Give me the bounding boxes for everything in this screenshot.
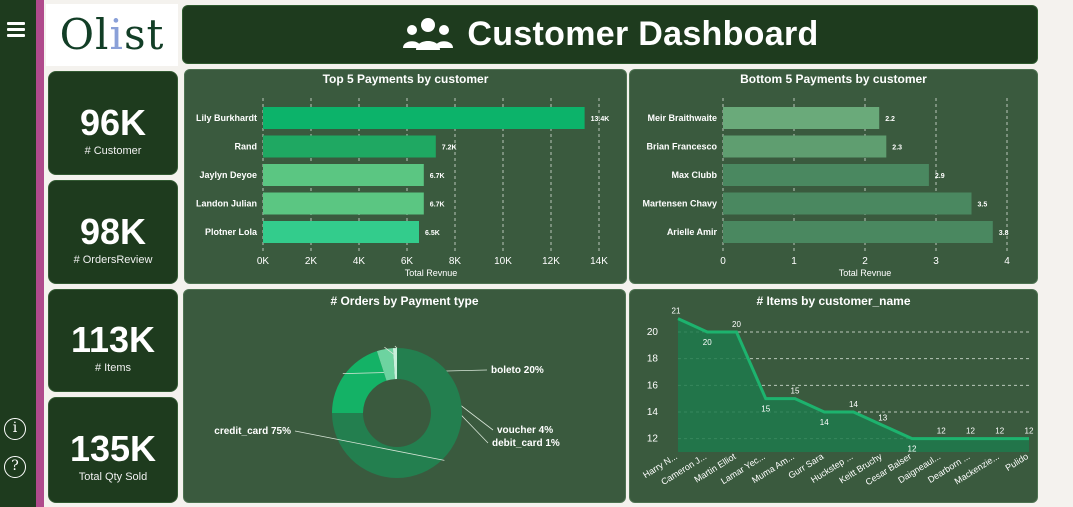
x-tick-label: 0K <box>257 256 270 267</box>
data-label: 12 <box>937 427 946 436</box>
data-label: 2.3 <box>892 145 902 152</box>
data-label: 21 <box>672 307 681 316</box>
y-tick-label: 12 <box>647 434 659 445</box>
kpi-label: # Customer <box>84 145 142 157</box>
info-icon[interactable]: i <box>4 418 26 440</box>
data-label: 3.5 <box>978 202 988 209</box>
data-label: 13.4K <box>591 116 610 123</box>
data-label: 15 <box>791 387 800 396</box>
category-label: Plotner Lola <box>205 227 258 237</box>
kpi-value: 98K <box>79 211 147 252</box>
x-tick-label: 2K <box>305 256 318 267</box>
x-tick-label: 0 <box>720 256 726 267</box>
data-label: 14 <box>820 418 829 427</box>
category-label: Max Clubb <box>671 170 717 180</box>
bar <box>263 107 585 129</box>
x-tick-label: 14K <box>590 256 608 267</box>
x-tick-label: 4 <box>1004 256 1010 267</box>
data-label: 7.2K <box>442 145 457 152</box>
bar <box>723 107 880 129</box>
olist-logo: Olist <box>46 4 178 66</box>
x-tick-label: 1 <box>791 256 797 267</box>
top-payments-panel: Top 5 Payments by customer 0K 2K 4K 6K 8K 10K… <box>184 69 627 284</box>
hamburger-menu-icon[interactable] <box>7 22 25 38</box>
bar <box>723 221 993 243</box>
category-label: Brian Francesco <box>646 142 717 152</box>
category-label: Lily Burkhardt <box>196 113 257 123</box>
nav-accent-bar <box>36 0 44 507</box>
y-tick-label: 14 <box>647 407 659 418</box>
bar <box>263 164 424 186</box>
y-tick-label: 16 <box>647 380 659 391</box>
data-label: 6.5K <box>425 230 440 237</box>
x-tick-label: 4K <box>353 256 366 267</box>
category-label: Rand <box>235 142 258 152</box>
data-label: 13 <box>878 413 887 422</box>
data-label: 20 <box>732 320 741 329</box>
users-group-icon <box>403 17 454 50</box>
kpi-items-card: 113K # Items <box>48 289 178 392</box>
kpi-label: Total Qty Sold <box>78 471 148 483</box>
top-payments-chart: 0K 2K 4K 6K 8K 10K 12K 14K Total Revnue Lily Burk… <box>196 98 610 278</box>
x-axis-title: Total Revnue <box>839 268 892 278</box>
y-tick-label: 20 <box>647 327 659 338</box>
items-by-customer-panel: # Items by customer_name 12 14 16 18 20 21 20 2… <box>629 289 1038 503</box>
kpi-value: 96K <box>79 102 147 143</box>
x-tick-label: 12K <box>542 256 560 267</box>
data-label: 12 <box>908 445 917 454</box>
category-label: Landon Julian <box>196 199 257 209</box>
x-tick-label: 10K <box>494 256 512 267</box>
slice-label: credit_card 75% <box>214 426 291 437</box>
x-tick-label: 2 <box>862 256 868 267</box>
x-tick-label: 8K <box>449 256 462 267</box>
donut-slice <box>332 351 387 413</box>
page-title: Customer Dashboard <box>467 15 819 53</box>
bar <box>723 164 929 186</box>
category-label: Martensen Chavy <box>642 199 717 209</box>
y-tick-label: 18 <box>647 354 659 365</box>
bottom-payments-chart: 0 1 2 3 4 Total Revnue Meir Braithwaite 2.2 Bria… <box>642 98 1010 278</box>
help-icon[interactable]: ? <box>4 456 26 478</box>
x-axis-title: Total Revnue <box>405 268 458 278</box>
dashboard-header: Customer Dashboard <box>182 5 1038 64</box>
bar <box>723 135 887 158</box>
kpi-customer-card: 96K # Customer <box>48 71 178 175</box>
data-label: 12 <box>966 427 975 436</box>
bottom-payments-panel: Bottom 5 Payments by customer 0 1 2 3 4 Total… <box>629 69 1038 284</box>
data-label: 6.7K <box>430 173 445 180</box>
kpi-orders-review-card: 98K # OrdersReview <box>48 180 178 284</box>
data-label: 20 <box>703 338 712 347</box>
payment-type-donut: boleto 20% voucher 4% debit_card 1% credit_… <box>214 345 560 478</box>
kpi-qty-sold-card: 135K Total Qty Sold <box>48 397 178 503</box>
data-label: 2.9 <box>935 173 945 180</box>
kpi-value: 135K <box>69 428 157 469</box>
data-label: 2.2 <box>885 116 895 123</box>
data-label: 12 <box>995 427 1004 436</box>
x-tick-label: 3 <box>933 256 939 267</box>
bar <box>263 221 419 243</box>
slice-label: boleto 20% <box>491 365 544 376</box>
items-area-chart: 121416182021202015151414131212 12 12 12Harr… <box>641 307 1034 488</box>
category-label: Jaylyn Deyoe <box>199 170 257 180</box>
kpi-label: # OrdersReview <box>73 254 153 266</box>
slice-label: voucher 4% <box>497 425 553 436</box>
x-tick-label: Pulido <box>1004 451 1031 473</box>
data-label: 3.8 <box>999 230 1009 237</box>
data-label: 14 <box>849 400 858 409</box>
bar <box>723 192 972 215</box>
kpi-value: 113K <box>70 319 156 360</box>
category-label: Arielle Amir <box>667 227 718 237</box>
data-label: 15 <box>761 405 770 414</box>
data-label: 6.7K <box>430 202 445 209</box>
data-label: 12 <box>1025 427 1034 436</box>
bar <box>263 135 436 158</box>
bar <box>263 192 424 215</box>
category-label: Meir Braithwaite <box>647 113 717 123</box>
kpi-label: # Items <box>94 362 132 374</box>
payment-type-panel: # Orders by Payment type boleto 20% vouch… <box>183 289 626 503</box>
side-nav: i ? <box>0 0 36 507</box>
x-tick-label: 6K <box>401 256 414 267</box>
slice-label: debit_card 1% <box>492 438 560 449</box>
